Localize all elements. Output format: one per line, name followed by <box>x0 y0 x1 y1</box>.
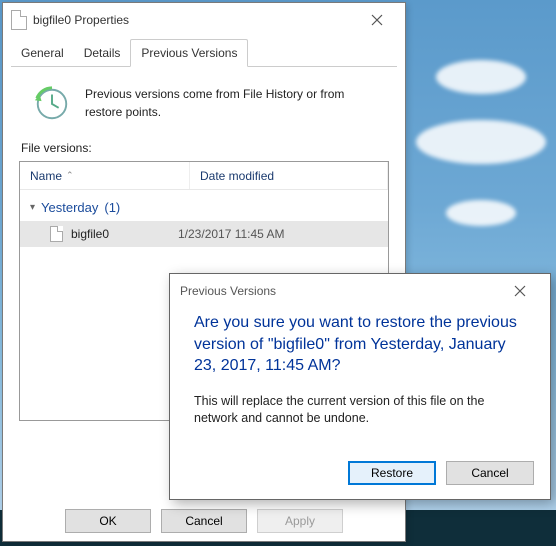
tab-general[interactable]: General <box>11 40 74 66</box>
restore-button[interactable]: Restore <box>348 461 436 485</box>
description-text: Previous versions come from File History… <box>85 85 355 123</box>
tab-previous-versions[interactable]: Previous Versions <box>130 39 248 67</box>
confirm-dialog: Previous Versions Are you sure you want … <box>169 273 551 500</box>
tab-bar: General Details Previous Versions <box>11 37 397 67</box>
dialog-cancel-button[interactable]: Cancel <box>446 461 534 485</box>
window-button-row: OK Cancel Apply <box>3 509 405 533</box>
column-name-label: Name <box>30 169 62 183</box>
history-clock-icon <box>33 85 71 123</box>
column-date[interactable]: Date modified <box>190 162 388 189</box>
window-title: bigfile0 Properties <box>33 13 357 27</box>
ok-button[interactable]: OK <box>65 509 151 533</box>
group-header[interactable]: ▾ Yesterday (1) <box>20 190 388 221</box>
version-name: bigfile0 <box>71 227 109 241</box>
dialog-close-button[interactable] <box>500 278 540 304</box>
expand-caret-icon: ▾ <box>30 202 35 213</box>
dialog-titlebar[interactable]: Previous Versions <box>170 274 550 308</box>
column-name[interactable]: Name ⌃ <box>20 162 190 189</box>
cancel-button[interactable]: Cancel <box>161 509 247 533</box>
group-label: Yesterday <box>41 200 98 215</box>
titlebar[interactable]: bigfile0 Properties <box>3 3 405 37</box>
group-count: (1) <box>104 200 120 215</box>
tab-details[interactable]: Details <box>74 40 131 66</box>
version-date: 1/23/2017 11:45 AM <box>178 227 285 241</box>
close-button[interactable] <box>357 7 397 33</box>
dialog-secondary-text: This will replace the current version of… <box>194 393 526 428</box>
close-icon <box>371 14 383 26</box>
sort-indicator-icon: ⌃ <box>66 170 74 181</box>
version-row[interactable]: bigfile0 1/23/2017 11:45 AM <box>20 221 388 247</box>
apply-button: Apply <box>257 509 343 533</box>
column-date-label: Date modified <box>200 169 274 183</box>
close-icon <box>514 285 526 297</box>
file-icon <box>50 226 63 242</box>
file-icon <box>11 10 27 30</box>
dialog-title: Previous Versions <box>180 284 500 298</box>
list-header: Name ⌃ Date modified <box>20 162 388 190</box>
dialog-main-text: Are you sure you want to restore the pre… <box>194 312 526 377</box>
dialog-button-row: Restore Cancel <box>348 461 534 485</box>
file-versions-label: File versions: <box>21 141 387 155</box>
